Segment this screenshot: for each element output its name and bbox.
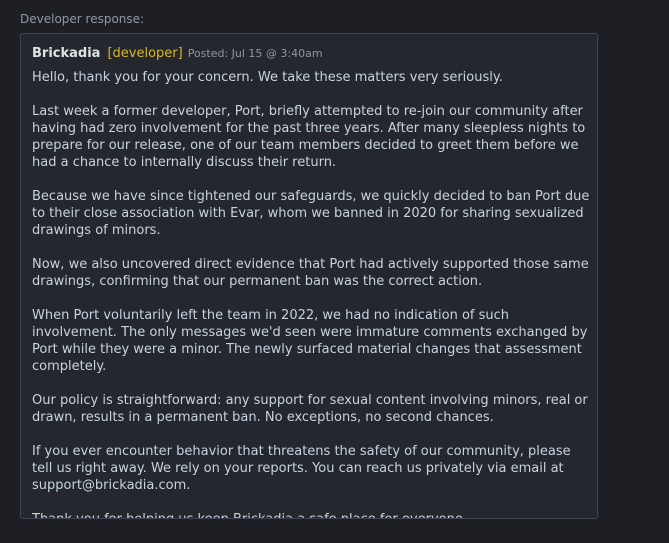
response-paragraph: Because we have since tightened our safe… [32, 189, 590, 238]
response-header: Brickadia [developer] Posted: Jul 15 @ 3… [32, 46, 586, 63]
response-body: Hello, thank you for your concern. We ta… [32, 69, 589, 518]
response-paragraph: Hello, thank you for your concern. We ta… [32, 70, 503, 85]
developer-response-label: Developer response: [20, 12, 145, 26]
response-paragraph: Thank you for helping us keep Brickadia … [32, 511, 592, 518]
response-paragraph: If you ever encounter behavior that thre… [32, 444, 571, 493]
response-paragraph: Our policy is straightforward: any suppo… [32, 393, 588, 425]
response-paragraph: When Port voluntarily left the team in 2… [32, 308, 588, 374]
developer-response-box: Brickadia [developer] Posted: Jul 15 @ 3… [20, 33, 598, 519]
developer-name: Brickadia [32, 46, 101, 61]
posted-timestamp: Posted: Jul 15 @ 3:40am [187, 47, 323, 60]
response-paragraph: Now, we also uncovered direct evidence t… [32, 257, 589, 289]
developer-tag: [developer] [107, 46, 183, 61]
response-paragraph: Last week a former developer, Port, brie… [32, 104, 586, 170]
